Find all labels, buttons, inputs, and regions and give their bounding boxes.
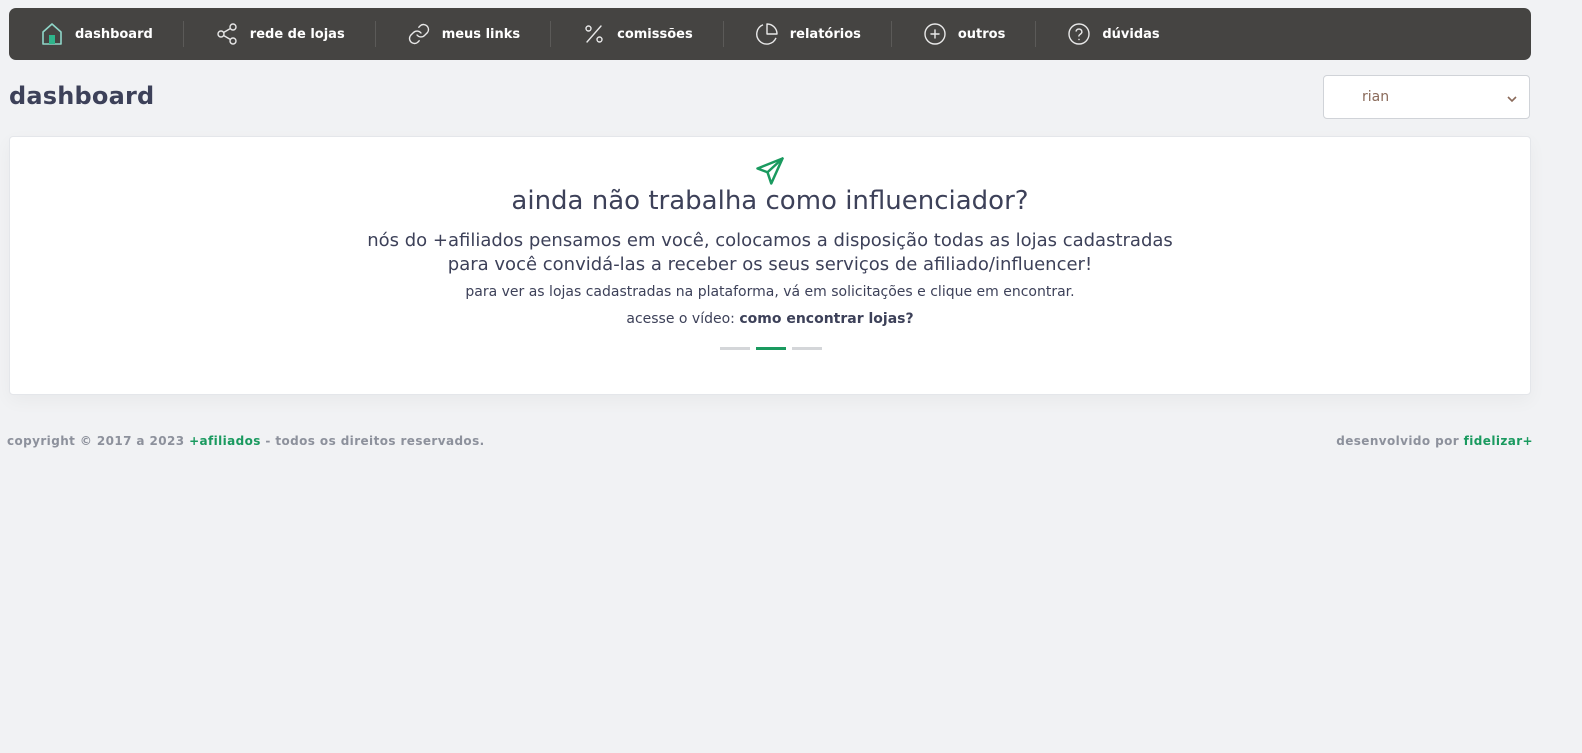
nav-item-comissoes[interactable]: comissões	[581, 8, 693, 60]
developed-prefix: desenvolvido por	[1336, 434, 1464, 448]
nav-divider	[182, 21, 184, 47]
link-icon	[406, 21, 432, 47]
carousel-dot[interactable]	[792, 347, 822, 350]
card-description: nós do +afiliados pensamos em você, colo…	[10, 229, 1530, 277]
nav-label: dashboard	[75, 26, 153, 42]
plus-circle-icon	[922, 21, 948, 47]
nav-item-meus-links[interactable]: meus links	[406, 8, 520, 60]
footer-copyright: copyright © 2017 a 2023 +afiliados - tod…	[7, 434, 485, 448]
nav-item-dashboard[interactable]: dashboard	[39, 8, 153, 60]
nav-label: meus links	[441, 26, 521, 42]
nav-item-outros[interactable]: outros	[922, 8, 1005, 60]
carousel-dot-active[interactable]	[756, 347, 786, 350]
nav-label: rede de lojas	[249, 26, 345, 42]
percent-icon	[581, 21, 607, 47]
card-description-line-2: para você convidá-las a receber os seus …	[447, 254, 1093, 275]
video-link[interactable]: como encontrar lojas?	[739, 311, 913, 327]
nav-label: relatórios	[789, 26, 861, 42]
nav-item-rede-de-lojas[interactable]: rede de lojas	[214, 8, 345, 60]
user-select[interactable]: rian	[1323, 75, 1530, 119]
copyright-prefix: copyright © 2017 a 2023	[7, 434, 190, 448]
home-icon	[39, 21, 65, 47]
influencer-info-card: ainda não trabalha como influenciador? n…	[9, 136, 1531, 395]
user-select-value: rian	[1362, 89, 1390, 105]
nav-item-relatorios[interactable]: relatórios	[754, 8, 861, 60]
nav-label: outros	[957, 26, 1006, 42]
nav-label: dúvidas	[1102, 26, 1160, 42]
copyright-suffix: - todos os direitos reservados.	[260, 434, 485, 448]
card-instructions: para ver as lojas cadastradas na platafo…	[465, 284, 1075, 300]
carousel-indicators	[720, 347, 822, 350]
nav-divider	[890, 21, 892, 47]
nav-divider	[374, 21, 376, 47]
paper-plane-icon	[755, 156, 785, 190]
card-video-line: acesse o vídeo: como encontrar lojas?	[10, 311, 1530, 327]
carousel-dot[interactable]	[720, 347, 750, 350]
top-navigation: dashboard rede de lojas meus links comis…	[9, 8, 1531, 60]
card-heading: ainda não trabalha como influenciador?	[511, 186, 1029, 216]
footer-developer: desenvolvido por fidelizar+	[1336, 434, 1533, 448]
developer-link[interactable]: fidelizar+	[1464, 434, 1533, 448]
brand-link[interactable]: +afiliados	[189, 434, 261, 448]
share-icon	[214, 21, 240, 47]
nav-divider	[722, 21, 724, 47]
card-description-line-1: nós do +afiliados pensamos em você, colo…	[367, 230, 1173, 251]
nav-label: comissões	[617, 26, 693, 42]
video-prefix: acesse o vídeo:	[626, 311, 740, 327]
page-title: dashboard	[9, 82, 155, 110]
chevron-down-icon	[1507, 88, 1517, 107]
nav-divider	[1035, 21, 1037, 47]
help-circle-icon	[1066, 21, 1092, 47]
nav-divider	[550, 21, 552, 47]
nav-item-duvidas[interactable]: dúvidas	[1066, 8, 1160, 60]
pie-chart-icon	[754, 21, 780, 47]
